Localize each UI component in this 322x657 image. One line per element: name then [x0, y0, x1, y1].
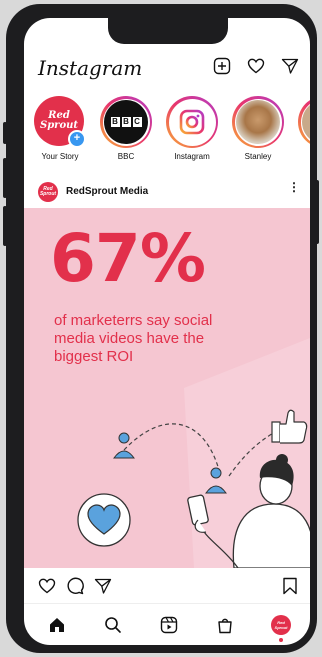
- phone-screen: Instagram Red Sprout + Your Story B B C …: [24, 18, 310, 645]
- story-your-story[interactable]: Red Sprout + Your Story: [28, 96, 92, 161]
- story-bbc[interactable]: B B C BBC: [94, 96, 158, 161]
- story-stanley[interactable]: Stanley: [226, 96, 290, 161]
- bookmark-icon[interactable]: [282, 577, 298, 600]
- bottom-navigation: Red Sprout: [24, 603, 310, 644]
- notch: [108, 18, 228, 44]
- top-bar: Instagram: [24, 52, 310, 82]
- person-icon: [113, 432, 135, 459]
- dog-avatar: [236, 100, 280, 144]
- profile-icon[interactable]: Red Sprout: [270, 614, 292, 636]
- avatar: [302, 100, 310, 144]
- add-story-badge-icon[interactable]: +: [68, 130, 86, 148]
- story-ra[interactable]: Ra: [292, 96, 310, 161]
- stories-row: Red Sprout + Your Story B B C BBC Instag…: [24, 96, 310, 174]
- share-icon[interactable]: [94, 577, 112, 600]
- post-image[interactable]: 67% of marketerrs say social media video…: [24, 208, 310, 568]
- side-button: [315, 180, 319, 244]
- instagram-logo-icon: [170, 100, 214, 144]
- side-button: [3, 122, 7, 144]
- heart-bubble-icon: [77, 493, 131, 547]
- post-avatar[interactable]: Red Sprout: [38, 182, 58, 202]
- post-illustration: [77, 338, 310, 568]
- side-button: [3, 206, 7, 246]
- story-label: Ra: [292, 152, 310, 161]
- direct-message-icon[interactable]: [280, 56, 300, 76]
- phone-frame: Instagram Red Sprout + Your Story B B C …: [6, 4, 317, 653]
- search-icon[interactable]: [102, 614, 124, 636]
- post-actions: [24, 573, 310, 599]
- story-label: BBC: [117, 152, 135, 161]
- shop-icon[interactable]: [214, 614, 236, 636]
- profile-avatar: Red Sprout: [271, 615, 291, 635]
- side-button: [3, 158, 7, 198]
- bbc-logo: B B C: [104, 100, 148, 144]
- story-label: Stanley: [244, 152, 272, 161]
- more-options-icon[interactable]: ⋮: [288, 181, 300, 193]
- instagram-logo: Instagram: [38, 56, 143, 80]
- story-label: Your Story: [41, 152, 79, 161]
- home-icon[interactable]: [46, 614, 68, 636]
- post-header: Red Sprout RedSprout Media ⋮: [24, 178, 310, 206]
- post-username[interactable]: RedSprout Media: [66, 186, 148, 197]
- heart-icon[interactable]: [246, 56, 266, 76]
- story-label: Instagram: [174, 152, 210, 161]
- like-icon[interactable]: [38, 577, 56, 600]
- story-instagram[interactable]: Instagram: [160, 96, 224, 161]
- reels-icon[interactable]: [158, 614, 180, 636]
- add-post-icon[interactable]: [212, 56, 232, 76]
- notification-dot: [279, 638, 283, 642]
- comment-icon[interactable]: [66, 577, 84, 600]
